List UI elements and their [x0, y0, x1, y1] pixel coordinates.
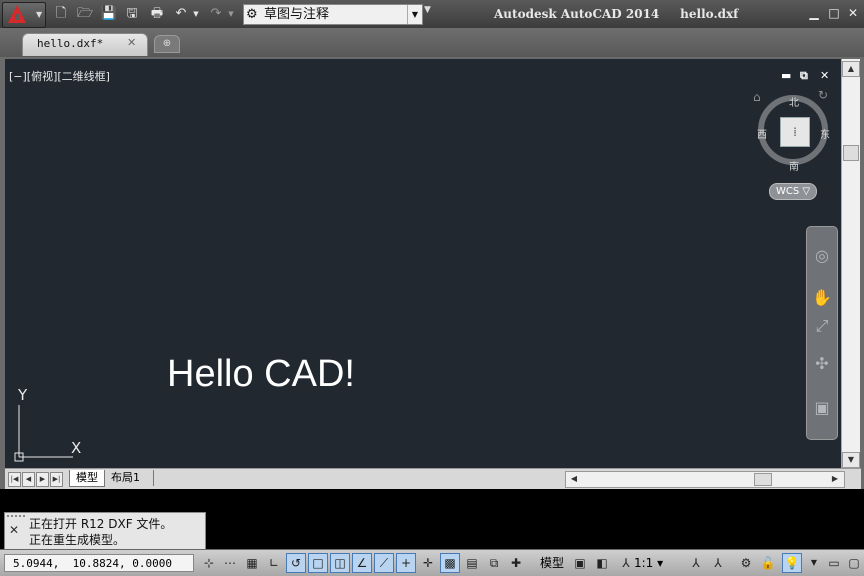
snap-mode-icon[interactable]: ⋯ [220, 553, 240, 573]
window-title: Autodesk AutoCAD 2014 hello.dxf [494, 7, 739, 21]
toolbar-lock-icon[interactable]: 🔓 [758, 553, 778, 573]
object-snap-tracking-icon[interactable]: ∠ [352, 553, 372, 573]
close-icon[interactable]: ✕ [845, 5, 861, 21]
command-history-line: 正在打开 R12 DXF 文件。 [29, 517, 173, 531]
zoom-extents-icon[interactable]: ⤢ [811, 315, 833, 337]
last-layout-icon[interactable]: ▶| [50, 472, 63, 487]
minimize-icon[interactable]: ▁ [806, 5, 822, 21]
new-icon[interactable]: 🗋 [52, 5, 70, 23]
scroll-right-icon[interactable]: ▶ [828, 472, 842, 485]
annotation-monitor-icon[interactable]: ✚ [506, 553, 526, 573]
workspace-label: 草图与注释 [264, 7, 330, 22]
chevron-down-icon: ▼ [407, 5, 422, 24]
layout-tab-bar: |◀ ◀ ▶ ▶| 模型 布局1 ◀ ▶ [5, 468, 861, 489]
text-entity[interactable]: Hello CAD! [167, 353, 355, 396]
command-history: ✕ 正在打开 R12 DXF 文件。 正在重生成模型。 [4, 512, 206, 551]
viewport-minimize-icon[interactable]: ▬ [781, 69, 791, 82]
viewport-close-icon[interactable]: ✕ [820, 69, 829, 82]
vertical-scroll-thumb[interactable] [843, 145, 859, 161]
dynamic-ucs-icon[interactable]: ⟋ [374, 553, 394, 573]
viewport-restore-icon[interactable]: ⧉ [800, 69, 808, 83]
customize-dropdown-icon[interactable]: ▼ [424, 5, 431, 15]
compass-south[interactable]: 南 [789, 158, 799, 173]
coordinates-display[interactable]: 5.0944, 10.8824, 0.0000 [4, 554, 194, 572]
infer-constraints-icon[interactable]: ⊹ [199, 553, 219, 573]
gear-icon: ⚙ [246, 7, 258, 22]
polar-tracking-icon[interactable]: ↺ [286, 553, 306, 573]
annotation-scale-icon[interactable]: ⅄ [616, 553, 636, 573]
close-tab-icon[interactable]: ✕ [127, 36, 136, 49]
annotation-scale-value[interactable]: 1:1 ▾ [634, 553, 663, 573]
lineweight-icon[interactable]: ✛ [418, 553, 438, 573]
transparency-icon[interactable]: ▩ [440, 553, 460, 573]
gear-icon[interactable]: ⚙ [736, 553, 756, 573]
file-tab-hello[interactable]: hello.dxf* ✕ [22, 33, 148, 56]
tab-layout1[interactable]: 布局1 [107, 470, 154, 486]
first-layout-icon[interactable]: |◀ [8, 472, 21, 487]
scroll-down-icon[interactable]: ▼ [842, 452, 860, 468]
object-snap-icon[interactable]: □ [308, 553, 328, 573]
pan-icon[interactable]: ✋ [811, 287, 833, 309]
model-space-button[interactable]: 模型 [540, 553, 564, 573]
quick-view-drawings-icon[interactable]: ◧ [592, 553, 612, 573]
chevron-down-icon: ▼ [36, 10, 43, 19]
save-as-icon[interactable]: 🖫 [123, 5, 141, 23]
open-icon[interactable]: 🗁 [76, 5, 94, 23]
horizontal-scrollbar[interactable]: ◀ ▶ [565, 471, 845, 488]
viewcube-top-face[interactable]: ⁞ [780, 117, 810, 147]
command-history-line: 正在重生成模型。 [29, 533, 126, 547]
scroll-up-icon[interactable]: ▲ [842, 61, 860, 77]
redo-icon[interactable]: ↷ [207, 5, 225, 23]
annotation-visibility-icon[interactable]: ⅄ [686, 553, 706, 573]
prev-layout-icon[interactable]: ◀ [22, 472, 35, 487]
tab-model[interactable]: 模型 [69, 470, 105, 487]
home-icon[interactable]: ⌂ [753, 90, 761, 104]
3d-object-snap-icon[interactable]: ◫ [330, 553, 350, 573]
quick-view-layouts-icon[interactable]: ▣ [570, 553, 590, 573]
rotate-icon[interactable]: ↻ [818, 88, 828, 102]
showmotion-icon[interactable]: ▣ [811, 397, 833, 419]
dynamic-input-icon[interactable]: + [396, 553, 416, 573]
workspace-selector[interactable]: ⚙ 草图与注释 ▼ [243, 4, 423, 25]
compass-east[interactable]: 东 [820, 126, 830, 141]
compass-north[interactable]: 北 [789, 94, 799, 109]
scroll-left-icon[interactable]: ◀ [567, 472, 581, 485]
hardware-acceleration-icon[interactable]: 💡 [782, 553, 802, 573]
drawing-canvas[interactable]: [−][俯视][二维线框] ▬ ⧉ ✕ Hello CAD! Y X [5, 59, 841, 468]
ortho-mode-icon[interactable]: ∟ [264, 553, 284, 573]
vertical-scrollbar[interactable]: ▲ ▼ [841, 59, 860, 468]
ucs-y-label: Y [18, 386, 28, 404]
ucs-x-label: X [71, 439, 82, 457]
isolate-objects-icon[interactable]: ▭ [824, 553, 844, 573]
print-icon[interactable]: 🖶 [148, 5, 166, 23]
compass-west[interactable]: 西 [757, 126, 767, 141]
restore-icon[interactable]: □ [826, 5, 842, 21]
navigation-bar: ◎ ✋ ⤢ ✣ ▣ [806, 226, 838, 440]
quick-properties-icon[interactable]: ▤ [462, 553, 482, 573]
grid-display-icon[interactable]: ▦ [242, 553, 262, 573]
status-menu-icon[interactable]: ▼ [808, 553, 820, 573]
auto-scale-icon[interactable]: ⅄ [708, 553, 728, 573]
undo-dropdown-icon[interactable]: ▼ [191, 5, 201, 23]
horizontal-scroll-thumb[interactable] [754, 473, 772, 486]
undo-icon[interactable]: ↶ [172, 5, 190, 23]
orbit-icon[interactable]: ✣ [811, 353, 833, 375]
redo-dropdown-icon[interactable]: ▼ [226, 5, 236, 23]
file-tab-label: hello.dxf* [37, 37, 104, 50]
wcs-menu[interactable]: WCS ▽ [769, 183, 817, 200]
clean-screen-icon[interactable]: ▢ [844, 553, 864, 573]
save-icon[interactable]: 💾 [100, 5, 118, 23]
grip-handle[interactable] [7, 515, 25, 520]
next-layout-icon[interactable]: ▶ [36, 472, 49, 487]
close-icon[interactable]: ✕ [5, 523, 23, 537]
logo-cutout [15, 14, 19, 20]
application-menu-button[interactable]: ▼ [2, 2, 46, 28]
new-tab-button[interactable]: ⊕ [154, 35, 180, 53]
status-bar: 5.0944, 10.8824, 0.0000 ⊹ ⋯ ▦ ∟ ↺ □ ◫ ∠ … [0, 549, 864, 576]
selection-cycling-icon[interactable]: ⧉ [484, 553, 504, 573]
steering-wheel-icon[interactable]: ◎ [811, 245, 833, 267]
viewport-controls[interactable]: [−][俯视][二维线框] [9, 68, 110, 84]
